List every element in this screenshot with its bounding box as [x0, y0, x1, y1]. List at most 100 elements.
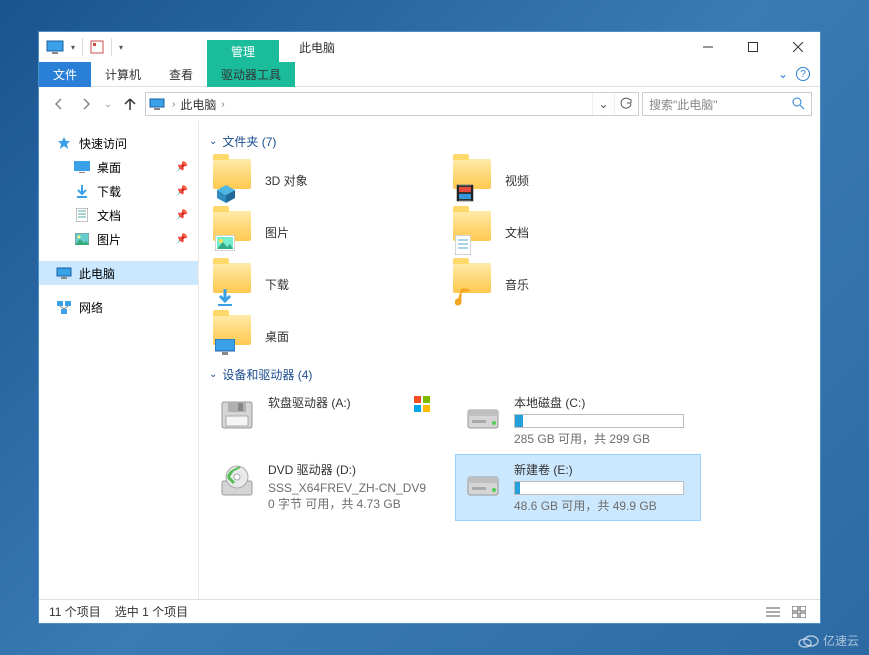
drive-item[interactable]: 新建卷 (E:) 48.6 GB 可用，共 49.9 GB [455, 454, 701, 521]
pin-icon: 📌 [176, 210, 188, 221]
chevron-down-icon: ⌄ [209, 369, 217, 380]
content-pane: ⌄ 文件夹 (7) 3D 对象视频图片 文档下载 音乐桌面 ⌄ 设备和驱动器 (4)… [199, 121, 820, 599]
body: 快速访问 桌面 📌 下载 📌 文档 📌 图片 📌 [39, 121, 820, 599]
pin-icon: 📌 [176, 234, 188, 245]
nav-desktop[interactable]: 桌面 📌 [39, 155, 198, 179]
section-title: 文件夹 (7) [222, 133, 276, 150]
tiles-view-button[interactable] [788, 603, 810, 621]
capacity-bar [514, 481, 684, 495]
chevron-down-icon: ⌄ [209, 136, 217, 147]
address-dropdown-icon[interactable]: ⌄ [592, 93, 614, 115]
capacity-bar [514, 414, 684, 428]
folder-item[interactable]: 文档 [449, 206, 689, 258]
folder-label: 桌面 [265, 328, 289, 345]
nav-pictures[interactable]: 图片 📌 [39, 227, 198, 251]
back-button[interactable] [47, 92, 71, 116]
nav-label: 文档 [97, 207, 121, 224]
properties-icon[interactable] [86, 36, 108, 58]
folder-icon [213, 263, 255, 305]
downloads-icon [73, 182, 91, 200]
nav-this-pc[interactable]: 此电脑 [39, 261, 198, 285]
address-input[interactable]: › 此电脑 › ⌄ [145, 92, 639, 116]
minimize-button[interactable] [685, 32, 730, 62]
documents-icon [73, 206, 91, 224]
details-view-button[interactable] [762, 603, 784, 621]
nav-label: 此电脑 [79, 265, 115, 282]
up-button[interactable] [118, 92, 142, 116]
folder-icon [453, 263, 495, 305]
folder-item[interactable]: 下载 [209, 258, 449, 310]
drive-name: 新建卷 (E:) [514, 461, 694, 478]
file-menu[interactable]: 文件 [39, 62, 91, 87]
window-controls [685, 32, 820, 62]
section-title: 设备和驱动器 (4) [222, 366, 312, 383]
selection-count: 选中 1 个项目 [115, 603, 188, 620]
folder-label: 下载 [265, 276, 289, 293]
close-button[interactable] [775, 32, 820, 62]
drive-item[interactable]: 本地磁盘 (C:)285 GB 可用，共 299 GB [455, 387, 701, 454]
nav-label: 快速访问 [79, 135, 127, 152]
explorer-window: ▾ ▾ 管理 此电脑 文件 计算机 查看 驱动器工具 ⌄ [38, 31, 821, 624]
search-icon[interactable] [791, 96, 805, 113]
section-folders-header[interactable]: ⌄ 文件夹 (7) [199, 129, 820, 154]
chevron-right-icon[interactable]: › [219, 99, 226, 110]
tab-computer[interactable]: 计算机 [91, 62, 155, 87]
pictures-icon [73, 230, 91, 248]
pc-icon [148, 95, 166, 113]
folder-icon [453, 159, 495, 201]
folder-icon [453, 211, 495, 253]
drives-grid: 软盘驱动器 (A:)本地磁盘 (C:)285 GB 可用，共 299 GBDVD… [199, 387, 820, 521]
drive-sublabel: SSS_X64FREV_ZH-CN_DV9 [268, 481, 448, 495]
pc-icon [55, 264, 73, 282]
drive-name: DVD 驱动器 (D:) [268, 461, 448, 478]
drive-stats: 48.6 GB 可用，共 49.9 GB [514, 497, 694, 514]
recent-dropdown-icon[interactable]: ⌄ [101, 92, 115, 116]
folder-item[interactable]: 桌面 [209, 310, 449, 362]
address-bar: ⌄ › 此电脑 › ⌄ 搜索"此电脑" [39, 87, 820, 121]
network-icon [55, 298, 73, 316]
folder-icon [213, 315, 255, 357]
folders-grid: 3D 对象视频图片 文档下载 音乐桌面 [199, 154, 820, 362]
nav-label: 网络 [79, 299, 103, 316]
help-icon[interactable]: ? [796, 67, 810, 81]
breadcrumb-segment[interactable]: 此电脑 [177, 96, 219, 113]
pc-icon[interactable] [44, 36, 66, 58]
item-count: 11 个项目 [49, 603, 101, 620]
folder-item[interactable]: 图片 [209, 206, 449, 258]
forward-button[interactable] [74, 92, 98, 116]
nav-label: 下载 [97, 183, 121, 200]
qat-dropdown-icon[interactable]: ▾ [67, 43, 79, 52]
chevron-right-icon[interactable]: › [170, 99, 177, 110]
window-title: 此电脑 [299, 39, 335, 56]
quick-access-toolbar: ▾ ▾ [39, 36, 127, 58]
search-input[interactable]: 搜索"此电脑" [642, 92, 812, 116]
drive-icon [462, 394, 504, 436]
refresh-button[interactable] [614, 93, 636, 115]
folder-item[interactable]: 3D 对象 [209, 154, 449, 206]
pin-icon: 📌 [176, 162, 188, 173]
ribbon-bar: 文件 计算机 查看 驱动器工具 ⌄ ? [39, 62, 820, 87]
folder-icon [213, 159, 255, 201]
folder-icon [213, 211, 255, 253]
qat-customize-icon[interactable]: ▾ [115, 43, 127, 52]
drive-item[interactable]: DVD 驱动器 (D:)SSS_X64FREV_ZH-CN_DV90 字节 可用… [209, 454, 455, 521]
nav-label: 图片 [97, 231, 121, 248]
nav-network[interactable]: 网络 [39, 295, 198, 319]
nav-documents[interactable]: 文档 📌 [39, 203, 198, 227]
pin-icon: 📌 [176, 186, 188, 197]
star-icon [55, 134, 73, 152]
folder-item[interactable]: 音乐 [449, 258, 689, 310]
title-bar: ▾ ▾ 管理 此电脑 [39, 32, 820, 62]
ribbon-expand-icon[interactable]: ⌄ [778, 67, 788, 81]
maximize-button[interactable] [730, 32, 775, 62]
folder-item[interactable]: 视频 [449, 154, 689, 206]
tab-view[interactable]: 查看 [155, 62, 207, 87]
desktop-icon [73, 158, 91, 176]
nav-label: 桌面 [97, 159, 121, 176]
watermark: 亿速云 [797, 632, 859, 649]
nav-downloads[interactable]: 下载 📌 [39, 179, 198, 203]
tab-drive-tools[interactable]: 驱动器工具 [207, 62, 295, 87]
section-devices-header[interactable]: ⌄ 设备和驱动器 (4) [199, 362, 820, 387]
nav-quick-access[interactable]: 快速访问 [39, 131, 198, 155]
folder-label: 文档 [505, 224, 529, 241]
